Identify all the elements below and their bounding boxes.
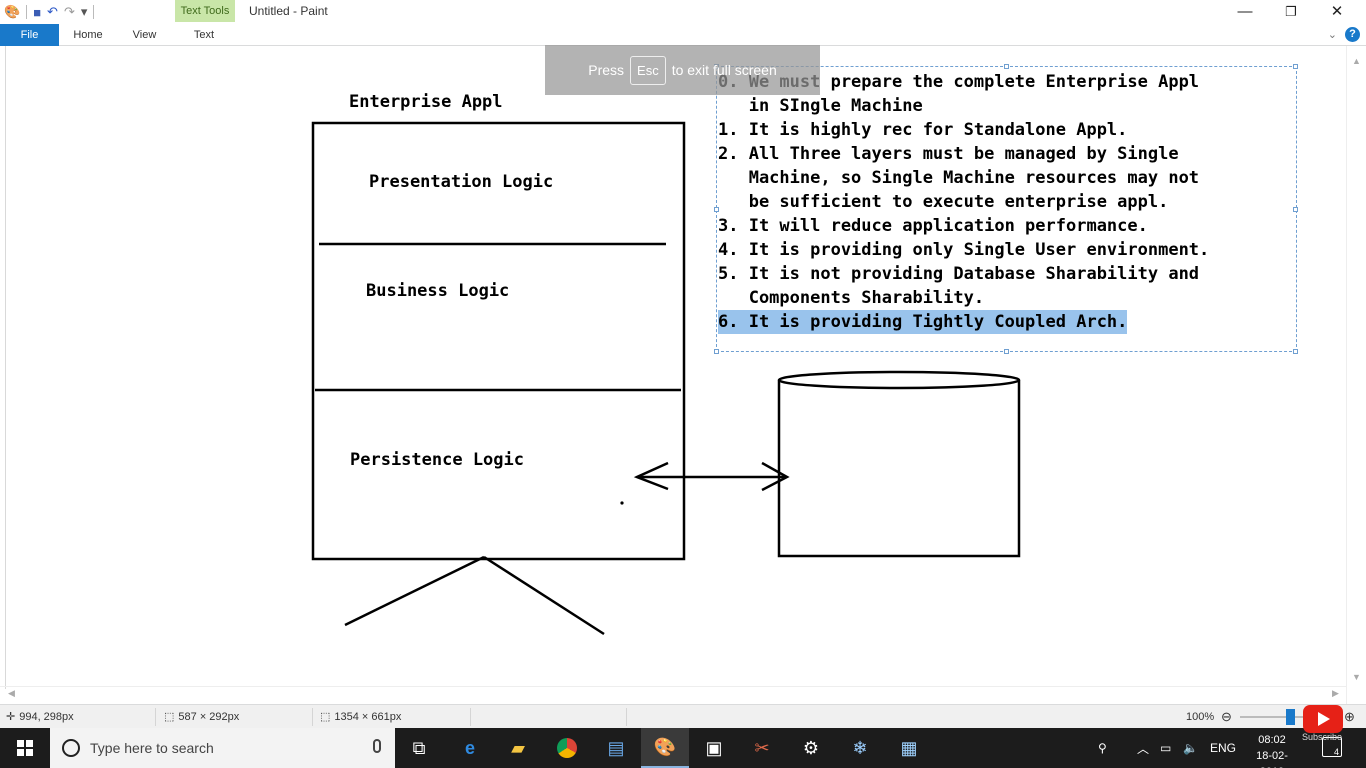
text-line: 1. It is highly rec for Standalone Appl. [718,120,1128,140]
status-divider [155,708,156,726]
text-line: 4. It is providing only Single User envi… [718,240,1210,260]
settings-gear-icon[interactable]: ⚙ [787,728,835,768]
cursor-position-value: 994, 298px [19,711,74,723]
zoom-out-icon[interactable]: ⊖ [1221,705,1232,729]
paint-window: 🎨 ■ ↶ ↷ ▾ Text Tools Untitled - Paint — … [0,0,1366,768]
zoom-in-icon[interactable]: ⊕ [1344,705,1355,729]
system-clock[interactable]: 08:02 18-02-2019 [1247,732,1297,768]
windows-logo-icon [17,740,33,756]
people-icon[interactable]: ⚲ [1098,728,1107,768]
cortana-icon [62,739,80,757]
text-line: Components Sharability. [718,288,985,308]
microphone-icon[interactable] [373,739,381,753]
resize-handle[interactable] [714,349,719,354]
search-placeholder: Type here to search [90,740,214,756]
crosshair-icon: ✛ [6,711,16,723]
clock-date: 18-02-2019 [1256,750,1288,768]
snipping-tool-icon[interactable]: ✂ [738,728,786,768]
youtube-subscribe-label: Subscribe [1302,732,1343,742]
notes-app-icon[interactable]: ▦ [885,728,933,768]
chrome-icon[interactable] [543,728,591,768]
enterprise-app-title: Enterprise Appl [349,92,503,112]
image-size: ⬚ 1354 × 661px [320,705,401,729]
esc-key-badge: Esc [630,55,666,85]
file-explorer-icon[interactable]: ▰ [494,728,542,768]
resize-handle[interactable] [1293,349,1298,354]
snowflake-app-icon[interactable]: ❄ [836,728,884,768]
resize-handle[interactable] [1004,349,1009,354]
command-prompt-icon[interactable]: ▣ [690,728,738,768]
text-line: Machine, so Single Machine resources may… [718,168,1200,188]
cursor-position: ✛ 994, 298px [6,705,74,729]
network-icon[interactable]: ▭ [1160,728,1171,768]
edge-browser-icon[interactable]: e [446,728,494,768]
resize-handle[interactable] [1293,64,1298,69]
stand-leg-left [344,555,485,627]
text-line: 3. It will reduce application performanc… [718,216,1148,236]
youtube-logo-icon[interactable] [1303,705,1343,733]
text-line: in SIngle Machine [718,96,923,116]
layer-presentation: Presentation Logic [369,172,554,192]
database-cylinder-body [777,380,1021,558]
fullscreen-exit-notice: Press Esc to exit full screen [545,45,820,95]
selection-size-icon: ⬚ [164,711,175,723]
language-indicator[interactable]: ENG [1210,728,1236,768]
zoom-level: 100% [1186,711,1215,723]
status-bar: ✛ 994, 298px ⬚ 587 × 292px ⬚ 1354 × 661p… [0,704,1366,728]
stand-leg-right [483,555,605,636]
text-line-highlighted: 6. It is providing Tightly Coupled Arch. [718,310,1128,334]
clock-time: 08:02 [1258,734,1286,746]
status-divider [626,708,627,726]
text-box-content[interactable]: 0. We must prepare the complete Enterpri… [718,70,1209,334]
selection-size: ⬚ 587 × 292px [164,705,239,729]
layer-persistence: Persistence Logic [350,450,524,470]
resize-handle[interactable] [1293,207,1298,212]
selection-size-value: 587 × 292px [178,711,240,723]
start-button[interactable] [0,728,50,768]
taskbar-search[interactable]: Type here to search [50,728,395,768]
zoom-slider-thumb[interactable] [1286,709,1295,725]
resize-handle[interactable] [1004,64,1009,69]
taskbar: Type here to search ⧉ e ▰ ▤ 🎨 ▣ ✂ ⚙ ❄ ▦ … [0,728,1366,768]
volume-icon[interactable]: 🔈 [1183,728,1198,768]
database-cylinder-top [777,370,1021,390]
text-line: be sufficient to execute enterprise appl… [718,192,1169,212]
notice-suffix: to exit full screen [671,62,777,78]
image-size-value: 1354 × 661px [334,711,402,723]
layer-business: Business Logic [366,281,510,301]
text-line: 5. It is not providing Database Sharabil… [718,264,1200,284]
tray-chevron-icon[interactable]: ︿ [1137,728,1149,768]
paint-taskbar-icon[interactable]: 🎨 [641,728,689,768]
text-line: 2. All Three layers must be managed by S… [718,144,1179,164]
status-divider [470,708,471,726]
notice-press: Press [588,62,625,78]
remote-desktop-icon[interactable]: ▤ [592,728,640,768]
image-size-icon: ⬚ [320,711,331,723]
task-view-icon[interactable]: ⧉ [395,728,443,768]
status-divider [312,708,313,726]
stray-dot [620,501,624,505]
